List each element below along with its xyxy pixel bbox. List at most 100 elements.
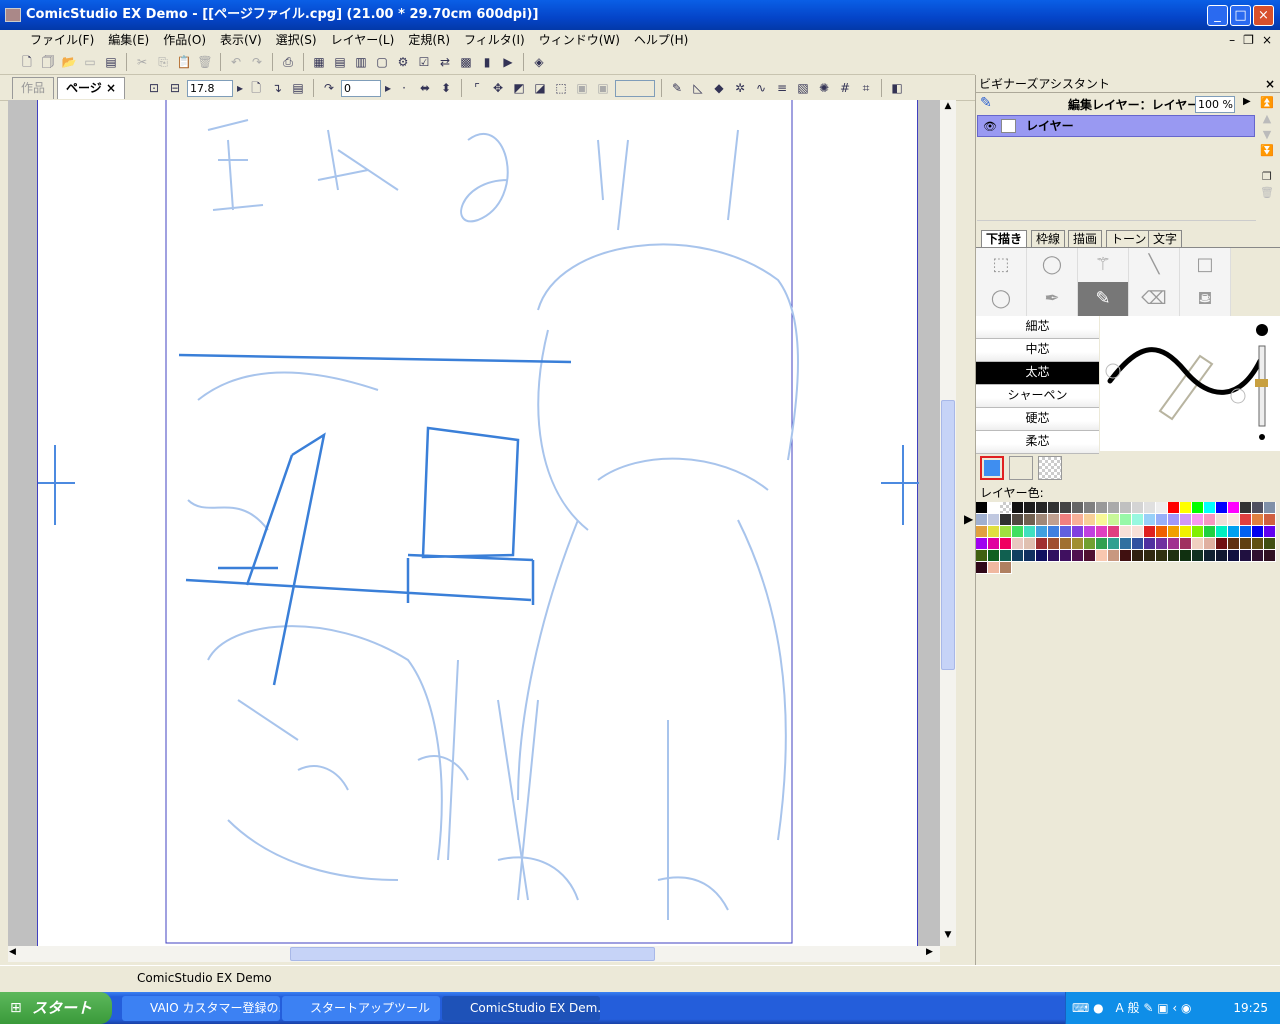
palette-swatch[interactable] xyxy=(1108,526,1120,538)
tool-option-icon[interactable]: ▮ xyxy=(478,53,496,71)
hatch-icon[interactable]: ▧ xyxy=(794,79,812,97)
palette-swatch[interactable] xyxy=(1204,514,1216,526)
palette-swatch[interactable] xyxy=(1264,550,1276,562)
palette-swatch[interactable] xyxy=(1180,526,1192,538)
palette-swatch[interactable] xyxy=(1192,502,1204,514)
palette-swatch[interactable] xyxy=(1036,514,1048,526)
move-down-icon[interactable]: ▼ xyxy=(1260,127,1274,143)
palette-swatch[interactable] xyxy=(1156,538,1168,550)
gear-tool-icon[interactable]: ✲ xyxy=(731,79,749,97)
ellipse-icon[interactable]: ◯ xyxy=(976,282,1027,316)
palette-swatch[interactable] xyxy=(1108,514,1120,526)
move-top-icon[interactable]: ⏫ xyxy=(1260,95,1274,111)
zoom-out-icon[interactable]: ⊟ xyxy=(166,79,184,97)
palette-swatch[interactable] xyxy=(1096,514,1108,526)
menu-view[interactable]: 表示(V) xyxy=(220,30,262,50)
palette-swatch[interactable] xyxy=(976,550,988,562)
prev-icon[interactable]: ▣ xyxy=(573,79,591,97)
palette-swatch[interactable] xyxy=(1132,502,1144,514)
lines-icon[interactable]: ≡ xyxy=(773,79,791,97)
brush-fine[interactable]: 細芯 xyxy=(976,316,1099,339)
palette-swatch[interactable] xyxy=(1000,538,1012,550)
delete-icon[interactable]: 🗑 xyxy=(196,53,214,71)
brush-medium[interactable]: 中芯 xyxy=(976,339,1099,362)
maximize-button[interactable]: □ xyxy=(1230,5,1251,26)
perspective-icon[interactable]: ◪ xyxy=(531,79,549,97)
palette-swatch[interactable] xyxy=(1264,514,1276,526)
palette-swatch[interactable] xyxy=(988,514,1000,526)
save-icon[interactable]: ▭ xyxy=(81,53,99,71)
palette-swatch[interactable] xyxy=(1156,526,1168,538)
menu-file[interactable]: ファイル(F) xyxy=(30,30,94,50)
scroll-right-icon[interactable]: ▶ xyxy=(926,947,933,957)
palette-swatch[interactable] xyxy=(1096,550,1108,562)
tab-draft[interactable]: 下描き xyxy=(981,230,1028,247)
palette-swatch[interactable] xyxy=(1048,502,1060,514)
palette-swatch[interactable] xyxy=(1072,550,1084,562)
palette-swatch[interactable] xyxy=(1144,526,1156,538)
menu-edit[interactable]: 編集(E) xyxy=(108,30,149,50)
palette-swatch[interactable] xyxy=(1264,526,1276,538)
main-color-swatch[interactable] xyxy=(980,456,1004,480)
cut-icon[interactable]: ✂ xyxy=(133,53,151,71)
menu-select[interactable]: 選択(S) xyxy=(276,30,317,50)
horizontal-scroll-thumb[interactable] xyxy=(290,947,655,961)
material-icon[interactable]: ⚙ xyxy=(394,53,412,71)
palette-swatch[interactable] xyxy=(1252,514,1264,526)
app-icon[interactable] xyxy=(5,8,21,22)
palette-swatch[interactable] xyxy=(1240,526,1252,538)
delete-layer-icon[interactable]: 🗑 xyxy=(1260,185,1274,201)
pen-icon[interactable]: ✎ xyxy=(668,79,686,97)
tab-text[interactable]: 文字 xyxy=(1148,230,1183,247)
page-manager-icon[interactable]: ▦ xyxy=(310,53,328,71)
palette-swatch[interactable] xyxy=(1108,502,1120,514)
palette-swatch[interactable] xyxy=(1132,526,1144,538)
palette-swatch[interactable] xyxy=(1216,550,1228,562)
palette-swatch[interactable] xyxy=(1264,502,1276,514)
check-icon[interactable]: ☑ xyxy=(415,53,433,71)
scroll-left-icon[interactable]: ◀ xyxy=(9,947,16,957)
task-vaio[interactable]: VAIO カスタマー登録の... xyxy=(122,996,280,1021)
layer-property-icon[interactable]: ▥ xyxy=(352,53,370,71)
menu-layer[interactable]: レイヤー(L) xyxy=(331,30,395,50)
palette-swatch[interactable] xyxy=(1024,502,1036,514)
grid2-icon[interactable]: ⌗ xyxy=(857,79,875,97)
opacity-input[interactable]: 100 % xyxy=(1195,96,1235,113)
mdi-minimize-icon[interactable]: – xyxy=(1229,30,1235,50)
palette-swatch[interactable] xyxy=(1204,526,1216,538)
menu-window[interactable]: ウィンドウ(W) xyxy=(539,30,620,50)
tray-icons[interactable]: ✎ ▣ ‹ ◉ xyxy=(1143,1001,1191,1015)
copy-icon[interactable]: ⎘ xyxy=(154,53,172,71)
flip-horizontal-icon[interactable]: ⬌ xyxy=(416,79,434,97)
panel-close-icon[interactable]: × xyxy=(1265,75,1275,93)
palette-swatch[interactable] xyxy=(1072,538,1084,550)
palette-swatch[interactable] xyxy=(1108,538,1120,550)
canvas-area[interactable] xyxy=(8,100,940,946)
palette-swatch[interactable] xyxy=(1216,514,1228,526)
navigator-icon[interactable]: ▢ xyxy=(373,53,391,71)
palette-swatch[interactable] xyxy=(1072,502,1084,514)
lasso-icon[interactable]: ◯ xyxy=(1027,248,1078,282)
rotate-arrow-icon[interactable]: ▸ xyxy=(384,79,392,97)
palette-swatch[interactable] xyxy=(988,502,1000,514)
palette-swatch[interactable] xyxy=(1060,526,1072,538)
task-comicstudio[interactable]: ComicStudio EX Dem... xyxy=(442,996,600,1021)
palette-swatch[interactable] xyxy=(976,514,988,526)
palette-swatch[interactable] xyxy=(1048,538,1060,550)
palette-swatch[interactable] xyxy=(1000,550,1012,562)
palette-swatch[interactable] xyxy=(1156,514,1168,526)
palette-swatch[interactable] xyxy=(1168,514,1180,526)
palette-swatch[interactable] xyxy=(1216,538,1228,550)
palette-swatch[interactable] xyxy=(1024,538,1036,550)
snap-icon[interactable]: ◩ xyxy=(510,79,528,97)
palette-swatch[interactable] xyxy=(1168,526,1180,538)
palette-swatch[interactable] xyxy=(1012,514,1024,526)
palette-swatch[interactable] xyxy=(1132,514,1144,526)
blank-input[interactable] xyxy=(615,79,656,97)
palette-swatch[interactable] xyxy=(1168,550,1180,562)
palette-swatch[interactable] xyxy=(1120,514,1132,526)
move-up-icon[interactable]: ▲ xyxy=(1260,111,1274,127)
palette-swatch[interactable] xyxy=(988,562,1000,574)
line-icon[interactable]: ╲ xyxy=(1129,248,1180,282)
palette-swatch[interactable] xyxy=(976,526,988,538)
